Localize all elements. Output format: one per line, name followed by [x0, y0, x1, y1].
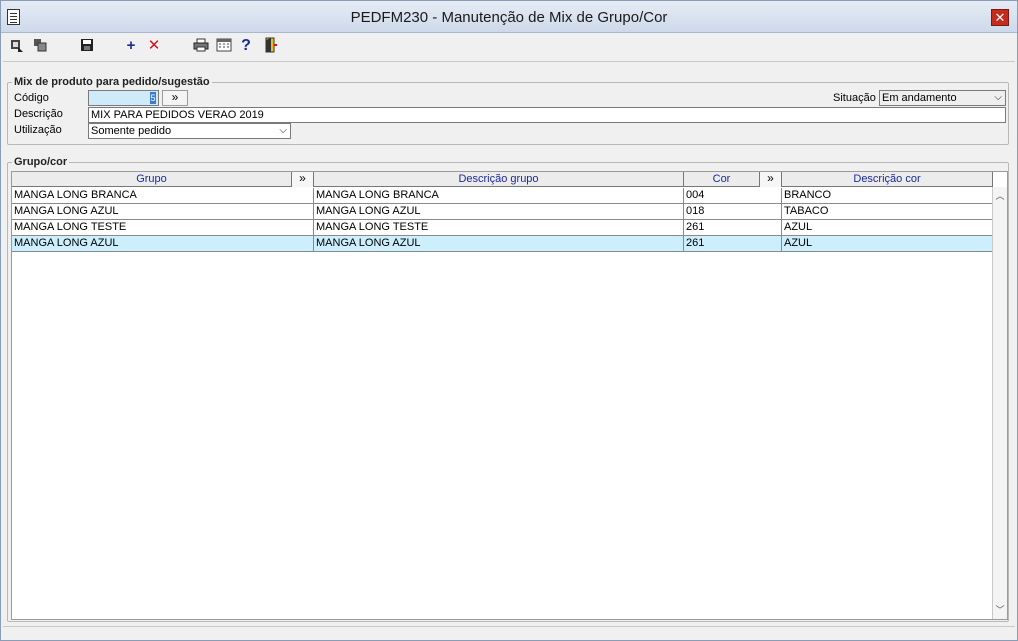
- codigo-value: 5: [150, 92, 156, 104]
- situacao-value: Em andamento: [882, 92, 957, 104]
- cell-descricao-cor: TABACO: [782, 204, 993, 220]
- grupo-lookup-button[interactable]: »: [292, 172, 314, 187]
- cell-grupo: MANGA LONG BRANCA: [12, 188, 314, 204]
- toolbar-divider: [3, 61, 1015, 62]
- first-icon: [11, 40, 23, 52]
- descricao-input[interactable]: MIX PARA PEDIDOS VERAO 2019: [88, 107, 1006, 123]
- chevron-down-icon: ⌵: [994, 92, 1002, 103]
- calculator-icon: [216, 38, 232, 52]
- cell-descricao-cor: BRANCO: [782, 188, 993, 204]
- exit-icon: [265, 37, 277, 53]
- toolbar: + ✕ ?: [1, 33, 1017, 61]
- close-button[interactable]: ✕: [991, 9, 1009, 26]
- close-icon: ✕: [994, 10, 1006, 25]
- cell-grupo: MANGA LONG AZUL: [12, 236, 314, 252]
- table-row[interactable]: MANGA LONG AZUL MANGA LONG AZUL 018 TABA…: [12, 204, 993, 220]
- delete-button[interactable]: ✕: [145, 37, 163, 55]
- status-bar: [3, 626, 1015, 638]
- utilizacao-select[interactable]: Somente pedido ⌵: [88, 123, 291, 139]
- utilizacao-value: Somente pedido: [91, 125, 172, 137]
- column-header-cor[interactable]: Cor: [684, 172, 760, 187]
- table-row[interactable]: MANGA LONG TESTE MANGA LONG TESTE 261 AZ…: [12, 220, 993, 236]
- add-icon: +: [126, 37, 136, 54]
- group-icon: [34, 39, 47, 52]
- cell-descricao-grupo: MANGA LONG BRANCA: [314, 188, 684, 204]
- save-button[interactable]: [78, 37, 96, 55]
- title-bar: PEDFM230 - Manutenção de Mix de Grupo/Co…: [1, 1, 1017, 33]
- cell-cor: 261: [684, 236, 782, 252]
- first-record-button[interactable]: [7, 37, 25, 55]
- mix-group-legend: Mix de produto para pedido/sugestão: [12, 76, 212, 88]
- add-button[interactable]: +: [122, 37, 140, 55]
- codigo-input[interactable]: 5: [88, 90, 159, 106]
- calculator-button[interactable]: [215, 37, 233, 55]
- group-button[interactable]: [31, 37, 49, 55]
- cell-cor: 261: [684, 220, 782, 236]
- table-row[interactable]: MANGA LONG BRANCA MANGA LONG BRANCA 004 …: [12, 188, 993, 204]
- column-header-descricao-cor[interactable]: Descrição cor: [782, 172, 993, 187]
- save-icon: [81, 39, 93, 51]
- table-row-selected[interactable]: MANGA LONG AZUL MANGA LONG AZUL 261 AZUL: [12, 236, 993, 252]
- utilizacao-label: Utilização: [14, 124, 62, 136]
- chevron-down-icon: ⌵: [279, 125, 287, 136]
- vertical-scrollbar[interactable]: ︿ ﹀: [992, 187, 1007, 619]
- cell-descricao-grupo: MANGA LONG AZUL: [314, 236, 684, 252]
- codigo-label: Código: [14, 92, 49, 104]
- grupo-cor-legend: Grupo/cor: [12, 156, 70, 168]
- help-icon: ?: [241, 37, 251, 54]
- main-window: PEDFM230 - Manutenção de Mix de Grupo/Co…: [0, 0, 1018, 641]
- column-header-grupo[interactable]: Grupo: [12, 172, 292, 187]
- grupo-cor-grid: Grupo » Descrição grupo Cor » Descrição …: [11, 171, 1008, 620]
- cell-cor: 004: [684, 188, 782, 204]
- column-header-descricao-grupo[interactable]: Descrição grupo: [314, 172, 684, 187]
- print-button[interactable]: [192, 37, 210, 55]
- cell-cor: 018: [684, 204, 782, 220]
- print-icon: [193, 38, 209, 52]
- codigo-lookup-button[interactable]: »: [162, 90, 188, 106]
- exit-button[interactable]: [261, 37, 279, 55]
- scroll-down-icon[interactable]: ﹀: [993, 603, 1007, 617]
- window-title: PEDFM230 - Manutenção de Mix de Grupo/Co…: [350, 9, 668, 26]
- descricao-label: Descrição: [14, 108, 63, 120]
- cell-grupo: MANGA LONG TESTE: [12, 220, 314, 236]
- cell-grupo: MANGA LONG AZUL: [12, 204, 314, 220]
- delete-icon: ✕: [147, 37, 161, 54]
- scroll-up-icon[interactable]: ︿: [993, 189, 1007, 203]
- grid-header: Grupo » Descrição grupo Cor » Descrição …: [12, 172, 993, 187]
- situacao-select[interactable]: Em andamento ⌵: [879, 90, 1006, 106]
- cell-descricao-cor: AZUL: [782, 220, 993, 236]
- situacao-label: Situação: [833, 92, 876, 104]
- cell-descricao-grupo: MANGA LONG TESTE: [314, 220, 684, 236]
- cor-lookup-button[interactable]: »: [760, 172, 782, 187]
- help-button[interactable]: ?: [237, 37, 255, 55]
- cell-descricao-grupo: MANGA LONG AZUL: [314, 204, 684, 220]
- cell-descricao-cor: AZUL: [782, 236, 993, 252]
